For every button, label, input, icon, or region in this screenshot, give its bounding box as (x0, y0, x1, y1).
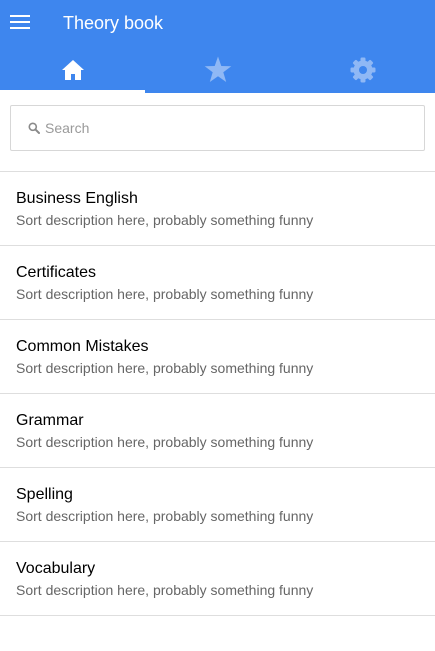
app-window: Theory book Search Business English Sort… (0, 0, 435, 651)
list-item[interactable]: Certificates Sort description here, prob… (0, 245, 435, 319)
list-item[interactable]: Spelling Sort description here, probably… (0, 467, 435, 541)
list-item-description: Sort description here, probably somethin… (16, 434, 314, 450)
list-item-description: Sort description here, probably somethin… (16, 212, 314, 228)
menu-icon[interactable] (10, 13, 30, 31)
home-icon (61, 59, 84, 80)
list-item-title: Spelling (16, 486, 73, 503)
list-item[interactable]: Vocabulary Sort description here, probab… (0, 541, 435, 616)
list-item[interactable]: Business English Sort description here, … (0, 171, 435, 245)
gear-icon (350, 57, 375, 82)
list-item[interactable]: Grammar Sort description here, probably … (0, 393, 435, 467)
list-item-description: Sort description here, probably somethin… (16, 360, 314, 376)
tab-favorites[interactable] (145, 46, 290, 93)
search-box (10, 105, 425, 151)
search-input[interactable] (45, 106, 415, 150)
list-item-description: Sort description here, probably somethin… (16, 508, 314, 524)
tab-settings[interactable] (290, 46, 435, 93)
star-icon (204, 56, 231, 82)
list-item-title: Common Mistakes (16, 338, 149, 355)
list-item-title: Grammar (16, 412, 84, 429)
list-item-description: Sort description here, probably somethin… (16, 582, 314, 598)
list-item-title: Certificates (16, 264, 97, 281)
list-item[interactable]: Common Mistakes Sort description here, p… (0, 319, 435, 393)
page-title: Theory book (63, 13, 164, 33)
tab-home[interactable] (0, 46, 145, 93)
list-item-title: Business English (16, 190, 138, 207)
search-icon (28, 122, 40, 134)
list-item-description: Sort description here, probably somethin… (16, 286, 314, 302)
top-bar: Theory book (0, 0, 435, 93)
list-item-title: Vocabulary (16, 560, 96, 577)
topic-list: Business English Sort description here, … (0, 171, 435, 616)
